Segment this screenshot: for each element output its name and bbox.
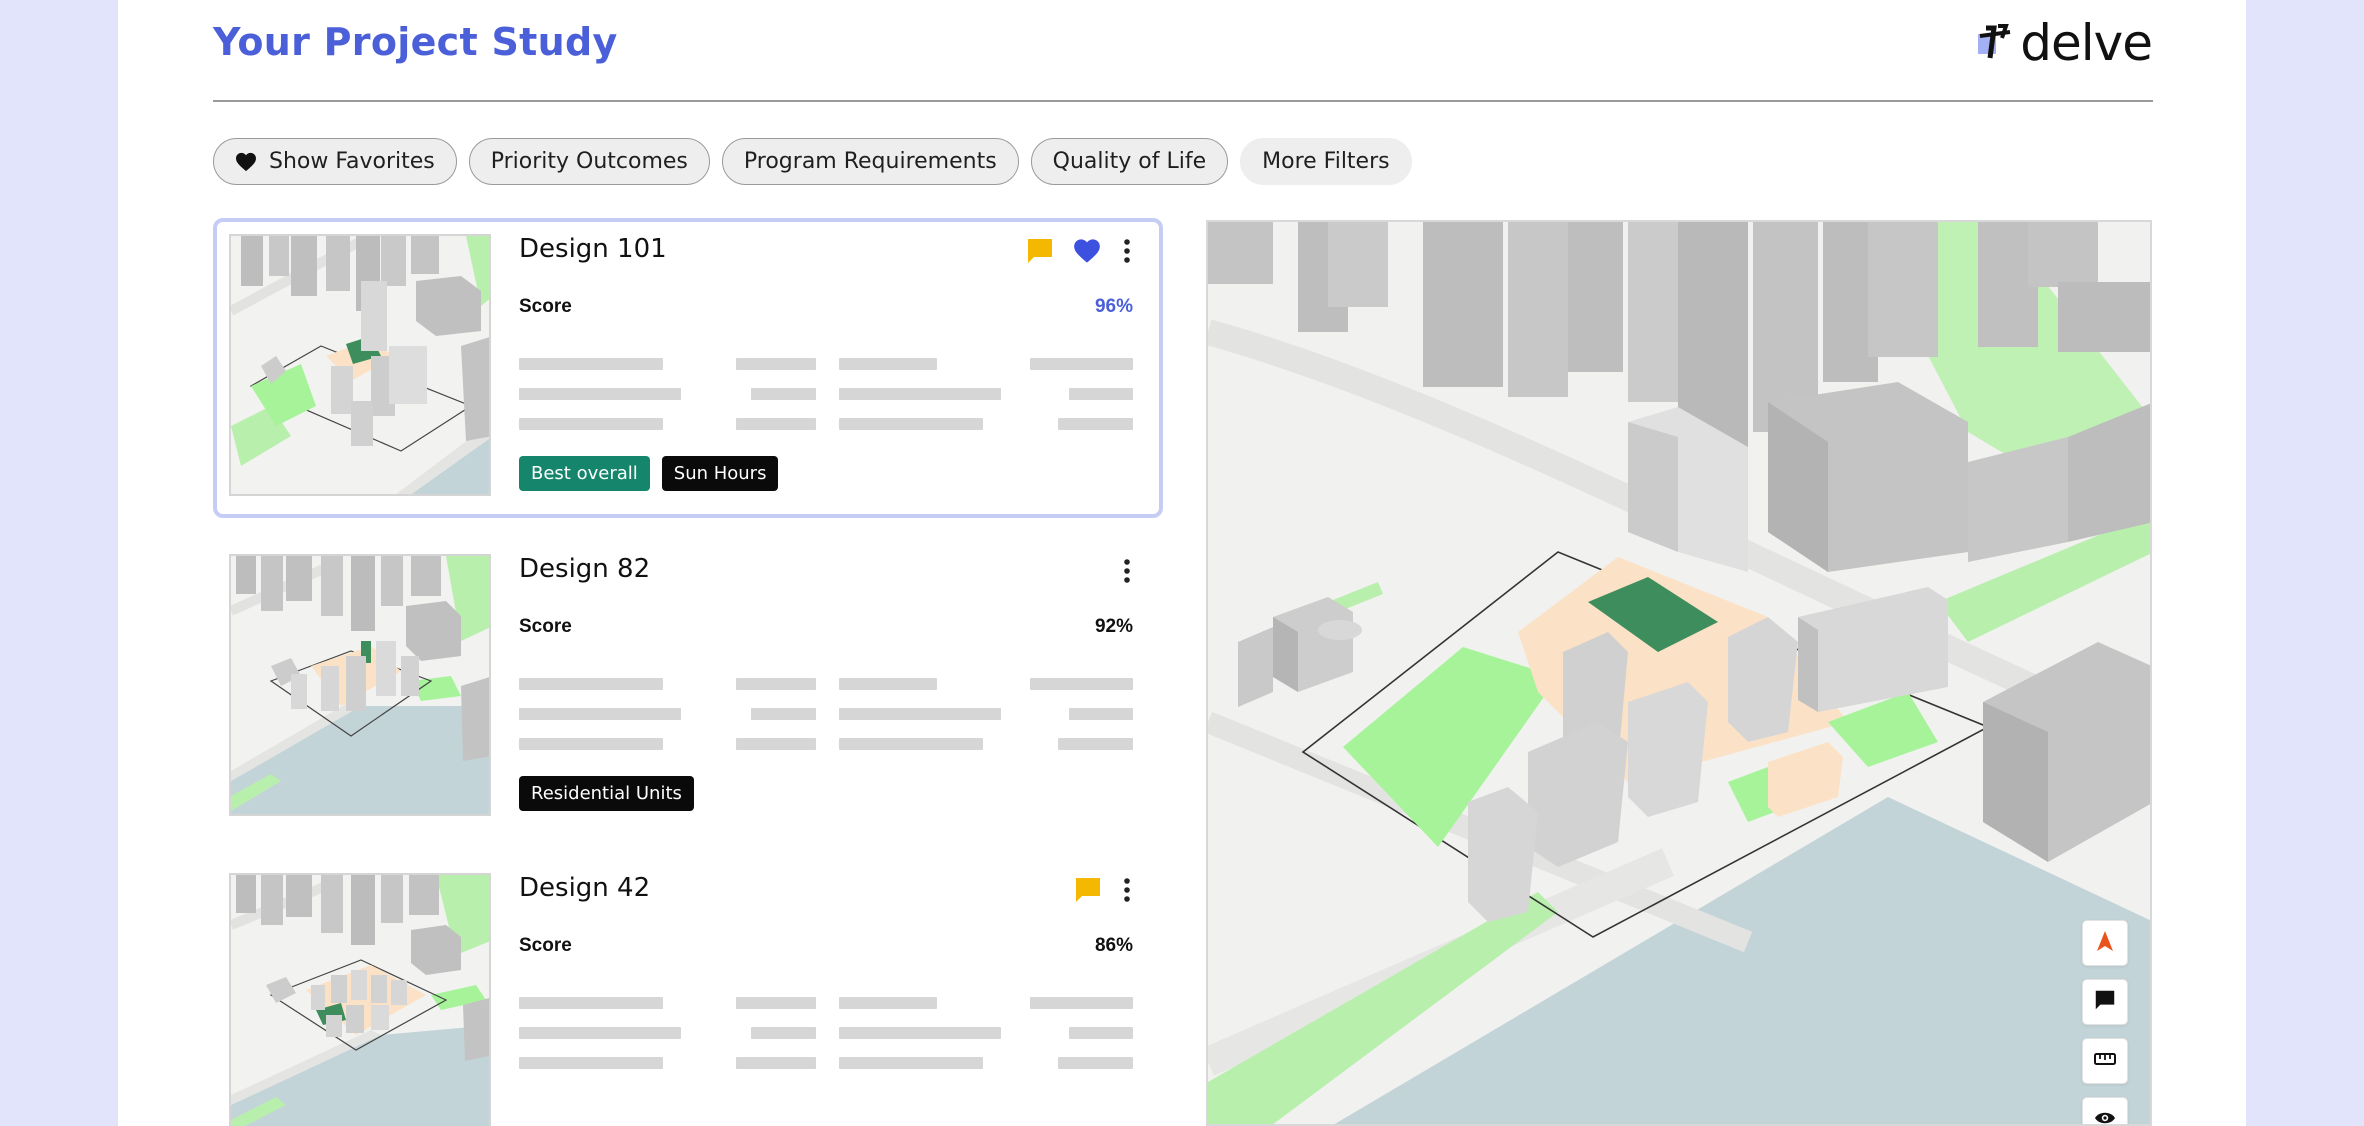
header-divider	[213, 100, 2153, 102]
priority-outcomes-filter[interactable]: Priority Outcomes	[468, 138, 710, 185]
ruler-icon	[2094, 1052, 2116, 1071]
design-thumbnail[interactable]	[229, 234, 491, 496]
tag-best-overall: Best overall	[519, 456, 650, 491]
design-tags: Best overall Sun Hours	[519, 456, 779, 491]
card-actions	[1121, 558, 1133, 589]
show-favorites-filter[interactable]: Show Favorites	[213, 138, 457, 185]
design-card[interactable]: Design 101 Score 96% Best overall Sun Ho…	[213, 218, 1163, 518]
comment-icon[interactable]	[1027, 238, 1053, 269]
more-options-icon[interactable]	[1121, 558, 1133, 589]
design-thumbnail[interactable]	[229, 873, 491, 1126]
comment-icon[interactable]	[1075, 877, 1101, 908]
compass-icon	[2096, 930, 2114, 957]
delve-logo-mark-icon	[1976, 22, 2012, 64]
delve-logo: delve	[1976, 14, 2153, 72]
visibility-tool-button[interactable]	[2082, 1097, 2128, 1125]
design-list: Design 101 Score 96% Best overall Sun Ho…	[213, 218, 1163, 1126]
design-name: Design 82	[519, 554, 651, 584]
design-tags: Residential Units	[519, 776, 694, 811]
filter-label: Show Favorites	[269, 149, 435, 174]
design-name: Design 101	[519, 234, 667, 264]
score-value: 86%	[1094, 935, 1133, 956]
favorite-heart-icon[interactable]	[1073, 238, 1101, 269]
tag-sun-hours: Sun Hours	[661, 456, 779, 491]
score-label: Score	[519, 935, 572, 956]
more-options-icon[interactable]	[1121, 238, 1133, 269]
more-options-icon[interactable]	[1121, 877, 1133, 908]
filter-label: More Filters	[1262, 149, 1390, 174]
site-model-scene[interactable]	[1208, 222, 2152, 1126]
score-value: 96%	[1094, 296, 1133, 317]
comment-tool-button[interactable]	[2082, 979, 2128, 1025]
card-actions	[1027, 238, 1133, 269]
design-name: Design 42	[519, 873, 651, 903]
3d-map-view[interactable]	[1206, 220, 2152, 1126]
score-label: Score	[519, 296, 572, 317]
eye-icon	[2094, 1110, 2116, 1125]
logo-text: delve	[2020, 14, 2153, 72]
program-requirements-filter[interactable]: Program Requirements	[721, 138, 1019, 185]
card-actions	[1075, 877, 1133, 908]
filter-label: Program Requirements	[743, 149, 997, 174]
project-study-page: Your Project Study delve Show Favorites …	[118, 0, 2246, 1126]
heart-icon	[235, 152, 257, 172]
filter-bar: Show Favorites Priority Outcomes Program…	[213, 138, 1412, 185]
tag-residential-units: Residential Units	[519, 776, 694, 811]
comment-icon	[2095, 990, 2115, 1015]
quality-of-life-filter[interactable]: Quality of Life	[1030, 138, 1229, 185]
score-value: 92%	[1094, 616, 1133, 637]
design-thumbnail[interactable]	[229, 554, 491, 816]
more-filters-button[interactable]: More Filters	[1240, 138, 1412, 185]
design-card[interactable]: Design 82 Score 92% Residential Units	[213, 538, 1163, 838]
map-toolbar	[2082, 920, 2128, 1125]
design-card[interactable]: Design 42 Score 86%	[213, 857, 1163, 1126]
compass-button[interactable]	[2082, 920, 2128, 966]
score-label: Score	[519, 616, 572, 637]
filter-label: Priority Outcomes	[490, 149, 688, 174]
page-title: Your Project Study	[213, 20, 618, 64]
measure-tool-button[interactable]	[2082, 1038, 2128, 1084]
filter-label: Quality of Life	[1052, 149, 1207, 174]
